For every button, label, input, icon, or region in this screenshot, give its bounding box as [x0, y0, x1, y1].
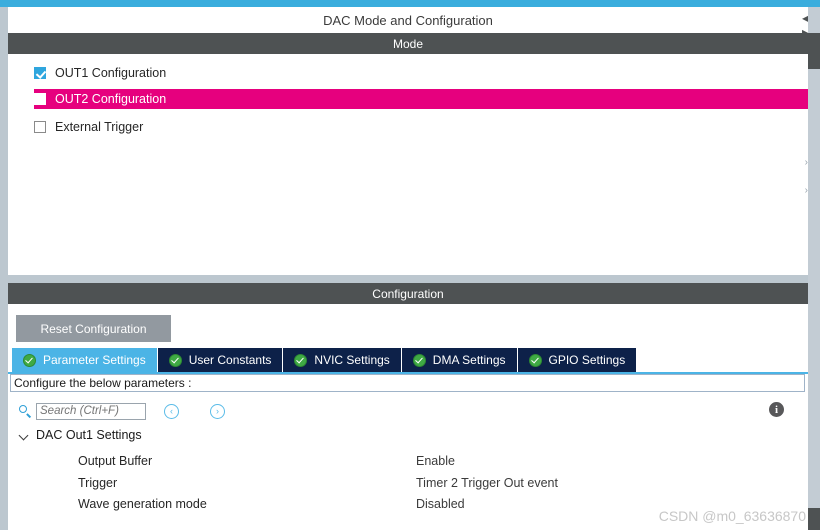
- table-row[interactable]: Wave generation mode Disabled: [8, 493, 788, 514]
- mode-option-label: OUT1 Configuration: [55, 66, 167, 80]
- mode-option-out2[interactable]: OUT2 Configuration: [34, 89, 808, 109]
- vertical-scrollbar-thumb-lower[interactable]: [808, 508, 820, 530]
- edge-marker-icon: ›: [804, 157, 808, 168]
- parameter-name: Trigger: [78, 475, 118, 490]
- checkbox-out2-configuration[interactable]: [34, 93, 46, 105]
- tab-dma-settings[interactable]: DMA Settings: [401, 348, 518, 372]
- configuration-section-header: Configuration: [8, 283, 808, 304]
- tree-group-label: DAC Out1 Settings: [36, 428, 142, 442]
- search-next-icon[interactable]: ›: [210, 403, 225, 419]
- tab-user-constants[interactable]: User Constants: [157, 348, 284, 372]
- table-row[interactable]: Output Buffer Enable: [8, 450, 788, 471]
- tab-gpio-settings[interactable]: GPIO Settings: [517, 348, 638, 372]
- table-row[interactable]: Trigger Timer 2 Trigger Out event: [8, 472, 788, 493]
- search-toolbar: ‹ ›: [18, 400, 798, 422]
- edge-marker-icon: ›: [804, 185, 808, 196]
- parameter-value[interactable]: Disabled: [416, 497, 465, 511]
- tab-label: Parameter Settings: [43, 353, 146, 367]
- scroll-up-arrow-icon[interactable]: ◂: [802, 12, 808, 24]
- tab-nvic-settings[interactable]: NVIC Settings: [283, 348, 402, 372]
- mode-section-header: Mode: [8, 33, 808, 54]
- green-check-icon: [168, 353, 182, 367]
- info-icon[interactable]: i: [769, 402, 784, 417]
- configure-parameters-label: Configure the below parameters :: [10, 374, 805, 392]
- stm32cubemx-dac-configuration-screen: DAC Mode and Configuration Mode OUT1 Con…: [0, 0, 820, 530]
- configuration-tabs: Parameter Settings User Constants NVIC S…: [12, 348, 638, 372]
- tab-label: User Constants: [188, 353, 272, 367]
- parameter-name: Output Buffer: [78, 453, 153, 468]
- checkbox-external-trigger[interactable]: [34, 121, 46, 133]
- green-check-icon: [294, 353, 308, 367]
- page-title: DAC Mode and Configuration: [8, 7, 808, 33]
- green-check-icon: [23, 353, 36, 367]
- top-accent-bar: [0, 0, 820, 7]
- mode-option-label: External Trigger: [55, 120, 144, 134]
- panel-divider: [8, 275, 808, 283]
- green-check-icon: [528, 353, 542, 367]
- tab-label: DMA Settings: [432, 353, 506, 367]
- parameter-value[interactable]: Timer 2 Trigger Out event: [416, 476, 558, 490]
- scroll-down-arrow-icon[interactable]: ▸: [802, 26, 808, 38]
- left-margin-strip: [0, 7, 8, 530]
- tab-label: NVIC Settings: [314, 353, 390, 367]
- configuration-section-body: Reset Configuration Parameter Settings U…: [8, 304, 808, 530]
- tree-group-dac-out1-settings[interactable]: DAC Out1 Settings: [18, 428, 142, 442]
- parameter-value[interactable]: Enable: [416, 454, 455, 468]
- tab-parameter-settings[interactable]: Parameter Settings: [12, 348, 158, 372]
- search-icon: [18, 404, 32, 418]
- parameter-name: Wave generation mode: [78, 496, 207, 511]
- vertical-scrollbar-track[interactable]: [808, 7, 820, 530]
- checkbox-out1-configuration[interactable]: [34, 67, 46, 79]
- tab-label: GPIO Settings: [548, 353, 626, 367]
- mode-section-body: OUT1 Configuration OUT2 Configuration Ex…: [8, 54, 808, 275]
- reset-configuration-button[interactable]: Reset Configuration: [16, 315, 171, 342]
- vertical-scrollbar-thumb[interactable]: [808, 33, 820, 69]
- mode-option-label: OUT2 Configuration: [55, 92, 167, 106]
- mode-option-out1[interactable]: OUT1 Configuration: [34, 63, 808, 83]
- search-prev-icon[interactable]: ‹: [164, 403, 179, 419]
- chevron-down-icon[interactable]: [18, 429, 31, 442]
- green-check-icon: [412, 353, 426, 367]
- mode-option-external-trigger[interactable]: External Trigger: [34, 117, 808, 137]
- search-input[interactable]: [36, 402, 146, 420]
